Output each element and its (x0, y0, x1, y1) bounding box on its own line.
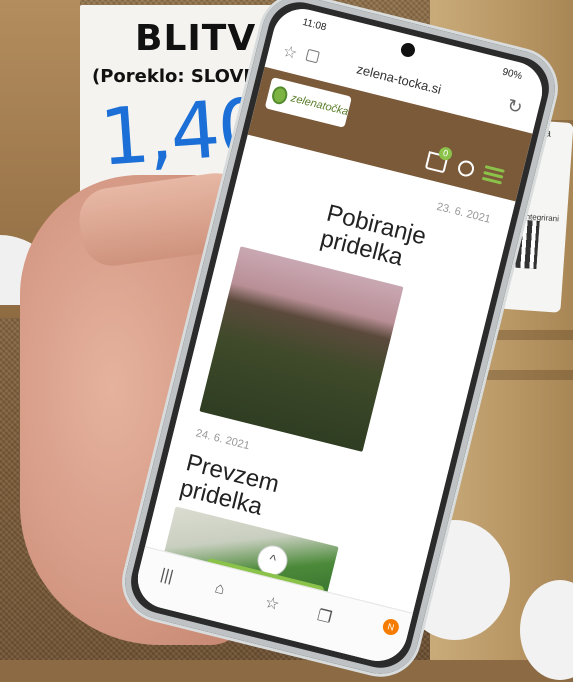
post-image-harvest[interactable] (199, 246, 404, 452)
logo-icon (270, 84, 290, 106)
bookmarks-icon[interactable]: ☆ (263, 592, 282, 615)
home-icon[interactable]: ⌂ (213, 580, 226, 600)
post-title[interactable]: Pobiranje pridelka (318, 200, 429, 276)
hamburger-menu-icon[interactable] (481, 165, 505, 187)
post-date: 23. 6. 2021 (435, 200, 492, 226)
status-time: 11:08 (301, 16, 328, 34)
star-icon[interactable]: ☆ (281, 41, 300, 64)
site-logo[interactable]: zelenatočka (264, 76, 352, 128)
notification-badge[interactable]: N (381, 617, 401, 637)
reload-icon[interactable]: ↻ (505, 95, 524, 119)
search-icon[interactable] (456, 158, 476, 179)
recent-apps-icon[interactable]: ||| (158, 566, 175, 586)
tabs-icon[interactable]: ❐ (315, 605, 334, 628)
battery-level: 90% (501, 66, 524, 83)
logo-text: zelenatočka (289, 92, 350, 119)
url-text[interactable]: zelena-tocka.si (355, 61, 443, 97)
post-date: 24. 6. 2021 (194, 427, 251, 453)
lock-icon (305, 48, 320, 64)
